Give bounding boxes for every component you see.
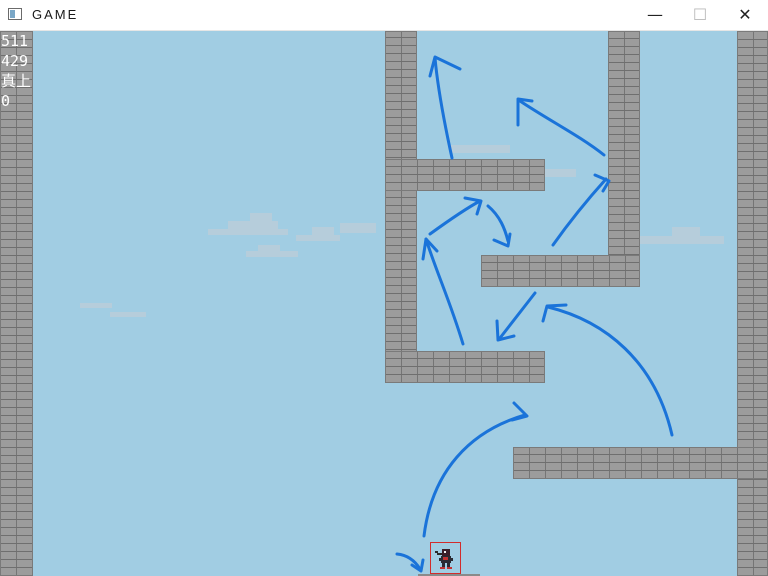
window-title: GAME [32, 7, 79, 22]
game-canvas[interactable]: 511 429 真上 0 [0, 31, 768, 576]
route-arrow-3 [498, 291, 537, 340]
route-arrow-1 [422, 413, 527, 538]
player-character [430, 542, 461, 574]
route-arrow-5 [428, 199, 482, 236]
hud-line-3: 真上 [1, 72, 32, 90]
minimize-button[interactable]: — [632, 0, 678, 30]
ninja-sprite-icon [435, 549, 453, 569]
route-arrow-6 [486, 204, 510, 243]
route-arrow-2 [546, 305, 674, 437]
title-bar: GAME — ☐ ✕ [0, 0, 768, 31]
route-arrow-8 [518, 99, 606, 157]
hud-line-4: 0 [1, 92, 11, 110]
route-arrows [395, 55, 674, 573]
route-arrow-7 [551, 177, 608, 247]
debug-hud: 511 429 真上 0 [1, 31, 31, 111]
hud-line-1: 511 [1, 32, 29, 50]
maximize-button[interactable]: ☐ [677, 0, 723, 30]
close-button[interactable]: ✕ [722, 0, 768, 30]
hud-line-2: 429 [1, 52, 29, 70]
route-arrow-9 [433, 56, 454, 160]
app-window-icon [8, 8, 22, 20]
route-arrow-4 [424, 237, 465, 346]
